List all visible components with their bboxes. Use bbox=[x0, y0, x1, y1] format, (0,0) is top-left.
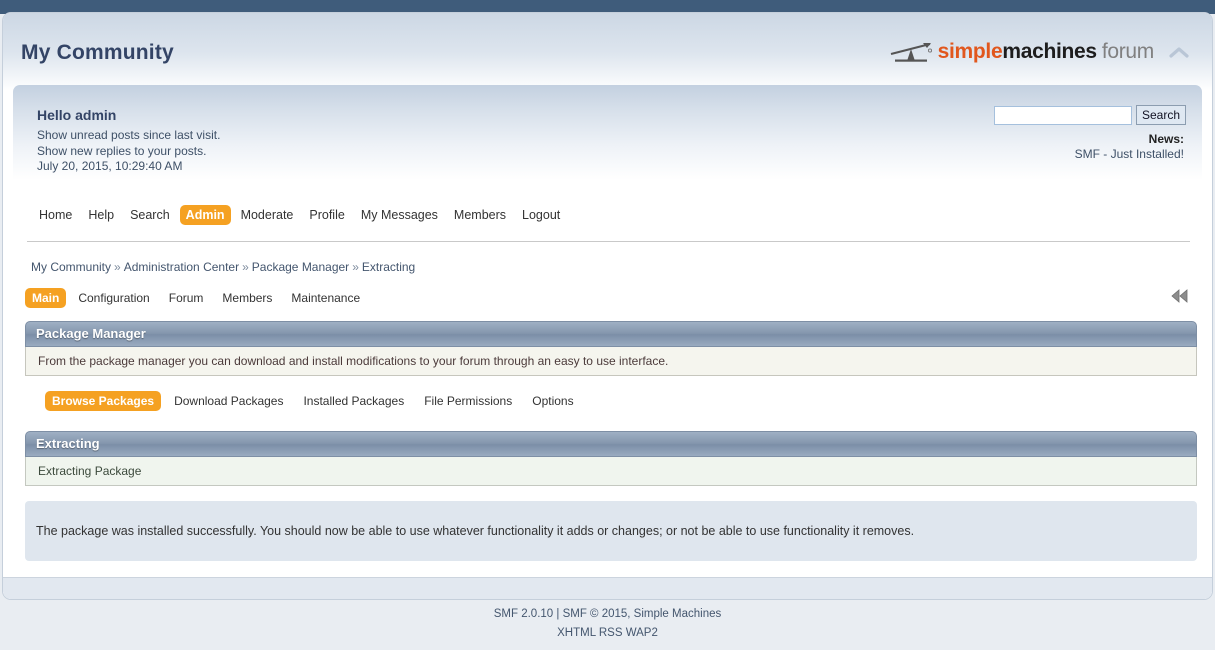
menu-item-admin[interactable]: Admin bbox=[179, 205, 231, 225]
chevron-up-icon[interactable] bbox=[1168, 45, 1190, 59]
user-links: Show unread posts since last visit. Show… bbox=[37, 128, 220, 175]
subtab-options[interactable]: Options bbox=[525, 391, 580, 411]
package-manager-description: From the package manager you can downloa… bbox=[38, 354, 669, 368]
page-wrapper-inner: My Community simplemachinesforum Hello bbox=[3, 13, 1212, 599]
breadcrumb-item-2[interactable]: Package Manager bbox=[252, 260, 349, 274]
double-chevron-left-icon[interactable] bbox=[1170, 288, 1190, 304]
forum-header: My Community simplemachines forum bbox=[3, 13, 1212, 75]
menu-item-members[interactable]: Members bbox=[448, 205, 512, 225]
subtab-file-permissions[interactable]: File Permissions bbox=[417, 391, 519, 411]
page-title: My Community bbox=[21, 41, 174, 64]
breadcrumb-separator: » bbox=[352, 260, 359, 274]
admin-tab-configuration[interactable]: Configuration bbox=[71, 288, 156, 308]
admin-tabs: Main Configuration Forum Members Mainten… bbox=[25, 288, 367, 308]
page-wrapper: My Community simplemachinesforum Hello bbox=[2, 12, 1213, 600]
package-manager-header: Package Manager bbox=[25, 321, 1197, 347]
admin-tab-maintenance[interactable]: Maintenance bbox=[284, 288, 367, 308]
extracting-status-text: Extracting Package bbox=[38, 464, 142, 478]
admin-tab-main[interactable]: Main bbox=[25, 288, 67, 308]
smf-logo-text: simplemachines forum bbox=[937, 40, 1155, 64]
news-block: News: SMF - Just Installed! bbox=[1075, 132, 1184, 162]
breadcrumb-separator: » bbox=[242, 260, 249, 274]
admin-tab-members[interactable]: Members bbox=[215, 288, 279, 308]
search-input[interactable] bbox=[993, 105, 1132, 125]
new-replies-link[interactable]: Show new replies to your posts. bbox=[37, 144, 220, 160]
search-button[interactable]: Search bbox=[1135, 105, 1186, 125]
footer-validator-links[interactable]: XHTML RSS WAP2 bbox=[0, 625, 1215, 642]
extracting-title: Extracting bbox=[36, 436, 100, 451]
smf-logo[interactable]: simplemachines forum bbox=[890, 39, 1154, 65]
breadcrumb: My Community» Administration Center» Packa… bbox=[31, 260, 415, 274]
subtab-download-packages[interactable]: Download Packages bbox=[167, 391, 290, 411]
breadcrumb-item-0[interactable]: My Community bbox=[31, 260, 111, 274]
install-result-box: The package was installed successfully. … bbox=[25, 501, 1197, 561]
main-menu: Home Help Search Admin Moderate Profile … bbox=[33, 205, 566, 225]
breadcrumb-item-1[interactable]: Administration Center bbox=[124, 260, 239, 274]
current-datetime: July 20, 2015, 10:29:40 AM bbox=[37, 159, 183, 173]
menu-item-logout[interactable]: Logout bbox=[516, 205, 566, 225]
logo-text-simple: simple bbox=[937, 40, 1003, 63]
menu-item-home[interactable]: Home bbox=[33, 205, 78, 225]
smf-seesaw-logo-icon bbox=[890, 42, 932, 62]
menu-divider bbox=[27, 241, 1190, 242]
menu-item-help[interactable]: Help bbox=[82, 205, 120, 225]
user-info-panel: Hello admin Show unread posts since last… bbox=[13, 85, 1202, 183]
logo-text-machines: machines bbox=[1002, 40, 1097, 63]
footer-copyright: SMF 2.0.10 | SMF © 2015, Simple Machines bbox=[493, 608, 722, 620]
install-result-message: The package was installed successfully. … bbox=[36, 524, 915, 538]
wrapper-bottom-strip bbox=[3, 577, 1212, 599]
package-manager-tabs: Browse Packages Download Packages Instal… bbox=[45, 391, 581, 411]
menu-item-profile[interactable]: Profile bbox=[303, 205, 350, 225]
news-text: SMF - Just Installed! bbox=[1074, 147, 1184, 161]
subtab-browse-packages[interactable]: Browse Packages bbox=[45, 391, 162, 411]
menu-item-search[interactable]: Search bbox=[124, 205, 176, 225]
menu-item-moderate[interactable]: Moderate bbox=[235, 205, 300, 225]
breadcrumb-separator: » bbox=[114, 260, 121, 274]
unread-posts-link[interactable]: Show unread posts since last visit. bbox=[37, 128, 220, 144]
logo-text-forum: forum bbox=[1101, 40, 1154, 63]
extracting-status-box: Extracting Package bbox=[25, 457, 1197, 486]
breadcrumb-item-3[interactable]: Extracting bbox=[362, 260, 415, 274]
extracting-header: Extracting bbox=[25, 431, 1197, 457]
page-footer: SMF 2.0.10 | SMF © 2015, Simple Machines… bbox=[0, 606, 1215, 642]
package-manager-title: Package Manager bbox=[36, 326, 146, 341]
subtab-installed-packages[interactable]: Installed Packages bbox=[296, 391, 411, 411]
news-label: News: bbox=[1148, 132, 1184, 146]
search-form: Search bbox=[993, 105, 1186, 125]
menu-item-my-messages[interactable]: My Messages bbox=[355, 205, 444, 225]
package-manager-description-box: From the package manager you can downloa… bbox=[25, 347, 1197, 376]
greeting-text: Hello admin bbox=[37, 107, 117, 123]
admin-tab-forum[interactable]: Forum bbox=[162, 288, 211, 308]
